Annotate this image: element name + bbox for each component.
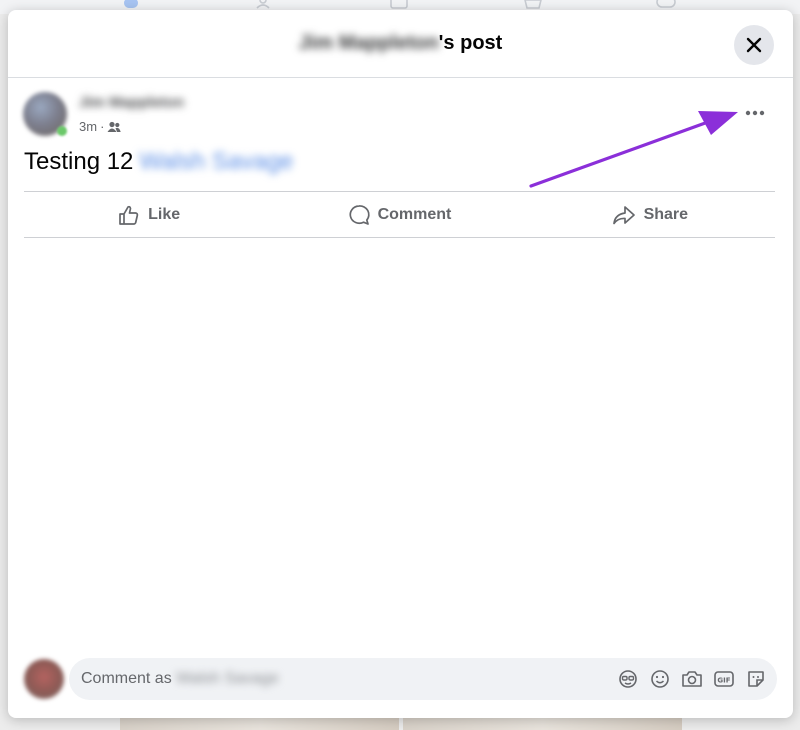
dialog-header: Jim Mappleton's post — [8, 10, 793, 78]
background-photos — [120, 718, 682, 730]
like-label: Like — [148, 205, 181, 223]
post-owner-name: Jim Mappleton — [298, 32, 439, 54]
background-photo — [120, 718, 399, 730]
mention-link[interactable]: Walsh Savage — [139, 148, 293, 176]
commenter-name: Walsh Savage — [176, 670, 279, 687]
comment-placeholder: Comment as Walsh Savage — [81, 670, 279, 688]
comment-input[interactable]: Comment as Walsh Savage GIF — [69, 658, 777, 700]
like-button[interactable]: Like — [24, 192, 274, 237]
background-photo — [403, 718, 682, 730]
emoji-icon[interactable] — [649, 668, 671, 690]
sticker-icon[interactable] — [745, 668, 767, 690]
share-button[interactable]: Share — [525, 192, 775, 237]
meta-separator: · — [100, 119, 105, 134]
comment-placeholder-prefix: Comment as — [81, 670, 172, 687]
avatar-sticker-icon[interactable] — [617, 668, 639, 690]
camera-icon[interactable] — [681, 668, 703, 690]
comment-label: Comment — [377, 205, 452, 223]
online-status-dot — [57, 126, 67, 136]
thumbs-up-icon — [119, 205, 139, 225]
post-dialog: Jim Mappleton's post Jim Mappleton 3m · — [8, 10, 793, 718]
home-nav-icon — [120, 0, 142, 10]
post-actions: Like Comment Share — [24, 191, 775, 238]
gaming-nav-icon — [655, 0, 677, 10]
comment-tools: GIF — [617, 668, 767, 690]
post-timestamp[interactable]: 3m — [79, 119, 97, 134]
post-meta: 3m · — [79, 119, 122, 134]
comment-composer: Comment as Walsh Savage GIF — [22, 656, 779, 702]
friends-icon[interactable] — [107, 121, 122, 133]
gif-icon[interactable]: GIF — [713, 668, 735, 690]
marketplace-nav-icon — [522, 0, 544, 10]
friends-nav-icon — [255, 0, 277, 10]
close-icon — [746, 37, 762, 53]
share-icon — [612, 205, 635, 224]
comment-button[interactable]: Comment — [274, 192, 524, 237]
close-button[interactable] — [734, 25, 774, 65]
commenter-avatar[interactable] — [24, 659, 64, 699]
more-horizontal-icon — [745, 110, 765, 116]
watch-nav-icon — [388, 0, 410, 10]
dialog-title-suffix: 's post — [438, 32, 503, 54]
dialog-title: Jim Mappleton's post — [8, 32, 793, 55]
share-label: Share — [643, 205, 689, 223]
author-name[interactable]: Jim Mappleton — [79, 94, 184, 111]
post-text: Testing 12 — [24, 148, 134, 175]
svg-text:GIF: GIF — [717, 677, 730, 685]
post-header: Jim Mappleton 3m · — [23, 90, 773, 140]
comment-icon — [349, 204, 370, 225]
more-options-button[interactable] — [737, 100, 773, 126]
post-body: Testing 12 Walsh Savage — [24, 148, 293, 176]
